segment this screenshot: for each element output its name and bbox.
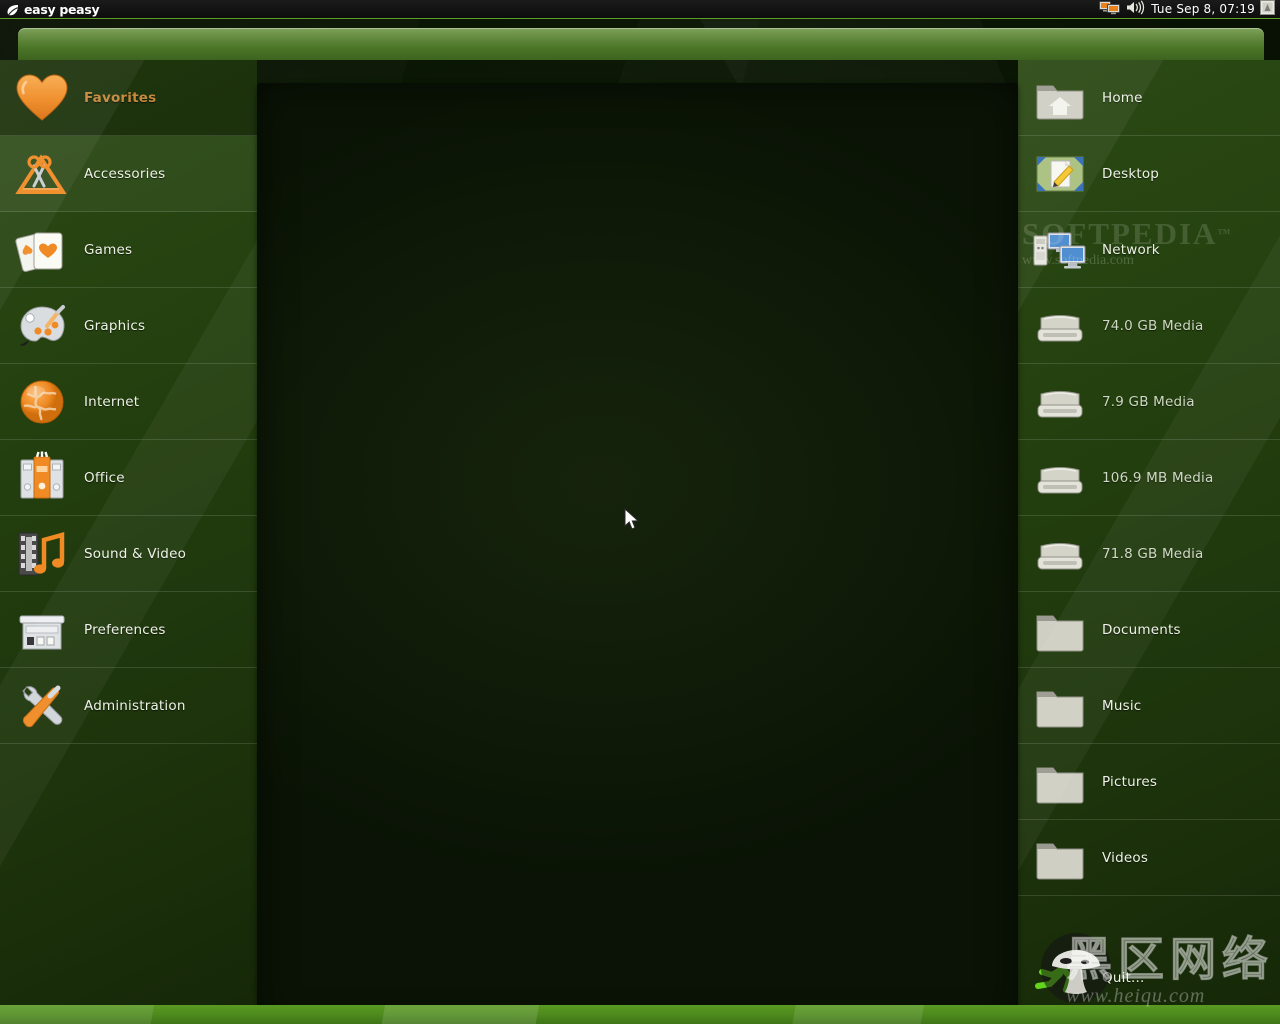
sidebar-item-sound-video[interactable]: Sound & Video [0,516,257,592]
binders-icon [14,450,70,506]
sidebar-item-label: Favorites [84,90,156,106]
places-item-media-3[interactable]: 106.9 MB Media [1018,440,1280,516]
top-panel: easy peasy Tue Sep 8, 07:19 [0,0,1280,19]
wrench-screwdriver-icon [14,678,70,734]
quit-label: Quit... [1102,970,1145,986]
slab-frame: Favorites Accessories [0,60,1280,1024]
folder-icon [1032,602,1088,658]
drive-icon [1032,374,1088,430]
leaf-icon [6,2,20,16]
sidebar-item-label: Games [84,242,132,258]
places-item-home[interactable]: Home [1018,60,1280,136]
brand[interactable]: easy peasy [0,2,99,17]
sidebar-item-office[interactable]: Office [0,440,257,516]
sidebar-item-label: Sound & Video [84,546,186,562]
places-item-label: Music [1102,698,1141,714]
sidebar-item-favorites[interactable]: Favorites [0,60,257,136]
places-item-label: 106.9 MB Media [1102,470,1214,486]
bottom-accent-bar [0,1005,1280,1024]
clock[interactable]: Tue Sep 8, 07:19 [1151,2,1255,16]
places-item-label: 7.9 GB Media [1102,394,1195,410]
places-item-desktop[interactable]: Desktop [1018,136,1280,212]
window-titlebar [18,28,1264,60]
folder-icon [1032,754,1088,810]
sidebar-item-label: Internet [84,394,139,410]
places-item-videos[interactable]: Videos [1018,820,1280,896]
tray-app-icon[interactable] [1260,0,1275,19]
places-item-label: Documents [1102,622,1181,638]
places-item-label: 74.0 GB Media [1102,318,1204,334]
folder-icon [1032,830,1088,886]
places-item-label: Pictures [1102,774,1157,790]
places-spacer [1018,896,1280,940]
slab-menu-window: Favorites Accessories [0,19,1280,1024]
palette-brush-icon [14,298,70,354]
home-folder-icon [1032,70,1088,126]
sidebar-item-internet[interactable]: Internet [0,364,257,440]
playing-cards-icon [14,222,70,278]
places-item-label: Home [1102,90,1143,106]
control-panel-icon [14,602,70,658]
sidebar-item-label: Office [84,470,125,486]
places-list: Home Desktop [1018,60,1280,1005]
drive-icon [1032,298,1088,354]
sidebar-item-label: Graphics [84,318,145,334]
sidebar-item-label: Administration [84,698,186,714]
places-item-label: Desktop [1102,166,1159,182]
heart-icon [14,70,70,126]
places-item-media-4[interactable]: 71.8 GB Media [1018,516,1280,592]
system-tray: Tue Sep 8, 07:19 [1099,0,1280,19]
places-item-pictures[interactable]: Pictures [1018,744,1280,820]
places-item-documents[interactable]: Documents [1018,592,1280,668]
network-computers-icon [1032,222,1088,278]
quit-button[interactable]: Quit... [1018,940,1280,1005]
sidebar-item-graphics[interactable]: Graphics [0,288,257,364]
places-item-music[interactable]: Music [1018,668,1280,744]
favorites-content-pane[interactable] [257,83,1018,1024]
sidebar-item-label: Accessories [84,166,165,182]
globe-icon [14,374,70,430]
places-item-label: 71.8 GB Media [1102,546,1204,562]
applications-category-list: Favorites Accessories [0,60,257,1005]
folder-icon [1032,678,1088,734]
scissors-ruler-icon [14,146,70,202]
sidebar-item-games[interactable]: Games [0,212,257,288]
places-item-network[interactable]: Network [1018,212,1280,288]
places-item-media-2[interactable]: 7.9 GB Media [1018,364,1280,440]
desktop-icon [1032,146,1088,202]
drive-icon [1032,526,1088,582]
places-item-label: Videos [1102,850,1148,866]
brand-label: easy peasy [24,2,99,17]
sidebar-item-preferences[interactable]: Preferences [0,592,257,668]
drive-icon [1032,450,1088,506]
places-item-label: Network [1102,242,1160,258]
running-person-exit-icon [1032,950,1088,1005]
volume-speaker-icon[interactable] [1126,0,1146,19]
places-item-media-1[interactable]: 74.0 GB Media [1018,288,1280,364]
sidebar-item-label: Preferences [84,622,166,638]
film-music-note-icon [14,526,70,582]
sidebar-item-accessories[interactable]: Accessories [0,136,257,212]
sidebar-item-administration[interactable]: Administration [0,668,257,744]
network-monitor-icon[interactable] [1099,0,1121,19]
